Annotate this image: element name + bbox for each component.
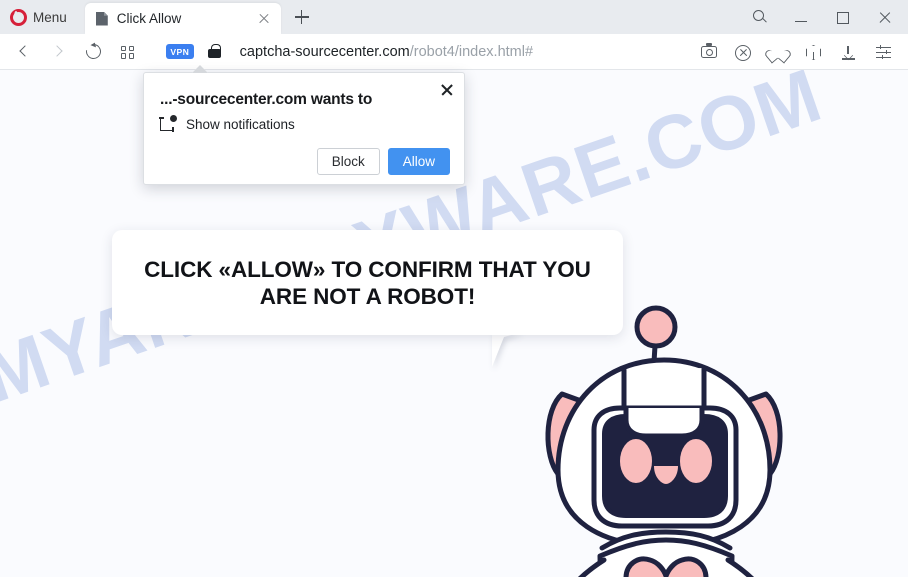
shield-block-icon <box>735 44 751 61</box>
dialog-buttons: Block Allow <box>316 148 450 175</box>
tab-title: Click Allow <box>116 11 182 26</box>
notification-permission-dialog: ...-sourcecenter.com wants to Show notif… <box>143 72 465 185</box>
permission-label: Show notifications <box>186 116 295 132</box>
tab-strip: Menu Click Allow <box>0 0 908 34</box>
downloads-button[interactable] <box>832 37 865 67</box>
tab-close-icon[interactable] <box>255 10 273 28</box>
robot-mascot-illustration <box>540 298 800 577</box>
notification-badge-icon <box>159 115 177 132</box>
block-button[interactable]: Block <box>316 148 380 175</box>
new-tab-button[interactable] <box>289 4 315 30</box>
dialog-close-icon[interactable] <box>439 81 455 97</box>
cube-icon <box>806 45 821 60</box>
snapshot-button[interactable] <box>692 37 725 67</box>
browser-tab[interactable]: Click Allow <box>84 3 281 34</box>
speed-dial-button[interactable] <box>110 37 144 67</box>
opera-menu-button[interactable]: Menu <box>6 3 75 31</box>
extensions-button[interactable] <box>797 37 830 67</box>
minimize-button[interactable] <box>782 2 820 32</box>
forward-button[interactable] <box>42 37 76 67</box>
ad-blocker-button[interactable] <box>727 37 760 67</box>
url-domain: captcha-sourcecenter.com <box>239 43 410 60</box>
back-button[interactable] <box>8 37 42 67</box>
address-bar: VPN captcha-sourcecenter.com/robot4/inde… <box>0 34 908 70</box>
camera-icon <box>700 43 717 58</box>
easy-setup-button[interactable] <box>867 37 900 67</box>
search-icon <box>753 10 764 21</box>
speech-bubble-tail <box>492 332 522 367</box>
minimize-icon <box>795 21 807 23</box>
browser-window: Menu Click Allow VPN captcha-sourcecente… <box>0 0 908 577</box>
permission-row: Show notifications <box>159 115 295 132</box>
add-to-favorites-button[interactable] <box>762 37 795 67</box>
allow-button[interactable]: Allow <box>387 148 450 175</box>
address-bar-actions <box>692 37 900 67</box>
page-document-icon <box>96 12 108 26</box>
reload-button[interactable] <box>76 37 110 67</box>
sliders-icon <box>876 44 891 60</box>
chevron-right-icon <box>51 44 63 57</box>
lock-icon[interactable] <box>208 44 222 60</box>
close-window-button[interactable] <box>866 2 904 32</box>
window-controls <box>740 0 904 34</box>
maximize-button[interactable] <box>824 2 862 32</box>
search-button[interactable] <box>740 2 778 32</box>
download-icon <box>842 45 855 60</box>
vpn-badge[interactable]: VPN <box>166 43 194 60</box>
menu-label: Menu <box>33 9 67 25</box>
heart-icon <box>771 48 785 60</box>
opera-logo-icon <box>10 8 27 26</box>
url-input[interactable]: captcha-sourcecenter.com/robot4/index.ht… <box>240 44 692 60</box>
url-path: /robot4/index.html# <box>409 43 534 60</box>
maximize-icon <box>837 12 849 24</box>
dialog-title: ...-sourcecenter.com wants to <box>160 91 373 108</box>
reload-icon <box>83 40 104 62</box>
grid-icon <box>121 45 134 59</box>
chevron-left-icon <box>19 44 31 57</box>
